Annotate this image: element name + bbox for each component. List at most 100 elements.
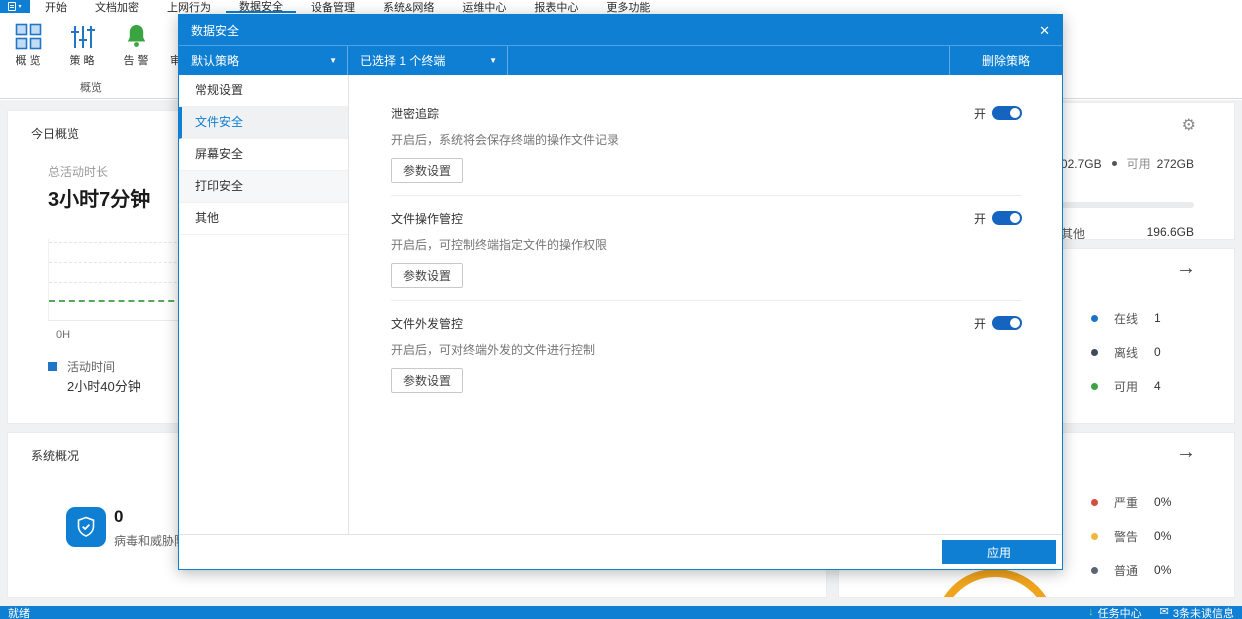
tool-overview[interactable]: 概 览: [8, 20, 48, 68]
available-label: 可用: [1114, 379, 1139, 394]
download-arrow-icon: ↓: [1088, 606, 1094, 618]
modal-side-nav: 常规设置 文件安全 屏幕安全 打印安全 其他: [179, 75, 349, 534]
list-item: 严重 0%: [1091, 485, 1171, 519]
envelope-icon: ✉: [1159, 606, 1169, 618]
menu-item-data-security[interactable]: 数据安全: [226, 0, 296, 13]
toggle-state-label: 开: [973, 106, 986, 121]
menu-item-doc-encryption[interactable]: 文档加密: [82, 0, 152, 14]
arrow-right-icon[interactable]: →: [1176, 441, 1196, 464]
chart-axis-label: 0H: [56, 329, 71, 341]
menu-item-system-network[interactable]: 系统&网络: [370, 0, 447, 14]
apply-button[interactable]: 应用: [942, 540, 1056, 564]
setting-file-outgoing-control: 文件外发管控 开 开启后，可对终端外发的文件进行控制 参数设置: [391, 315, 1022, 405]
offline-value: 0: [1154, 345, 1161, 359]
other-value: 196.6GB: [1146, 225, 1194, 239]
parameter-settings-button[interactable]: 参数设置: [391, 263, 464, 288]
critical-value: 0%: [1154, 495, 1172, 509]
total-activity-label: 总活动时长: [48, 165, 109, 179]
modal-title-bar: 数据安全 ✕: [179, 15, 1062, 45]
menu-item-web-behavior[interactable]: 上网行为: [154, 0, 224, 14]
ribbon-group-label: 概览: [80, 82, 102, 94]
modal-footer: 应用: [179, 534, 1062, 569]
gauge-chart-arc: [934, 569, 1056, 597]
normal-value: 0%: [1154, 563, 1172, 577]
list-item: 警告 0%: [1091, 519, 1171, 553]
tool-overview-label: 概 览: [15, 55, 41, 67]
menu-item-report-center[interactable]: 报表中心: [521, 0, 591, 14]
gear-icon[interactable]: ⚙: [1182, 115, 1196, 135]
status-ready-text: 就绪: [8, 607, 30, 619]
tool-policy-label: 策 略: [69, 55, 95, 67]
delete-policy-button[interactable]: 删除策略: [949, 46, 1062, 75]
leak-tracking-toggle[interactable]: [992, 106, 1022, 120]
setting-description: 开启后，可对终端外发的文件进行控制: [391, 343, 596, 357]
offline-dot-icon: [1091, 348, 1098, 356]
menu-item-more-features[interactable]: 更多功能: [593, 0, 663, 14]
parameter-settings-button[interactable]: 参数设置: [391, 368, 464, 393]
chevron-down-icon: ▼: [329, 56, 337, 65]
file-outgoing-toggle[interactable]: [992, 316, 1022, 330]
other-label: 其他: [1061, 227, 1086, 241]
free-value: 272GB: [1156, 156, 1194, 171]
terminal-dropdown-value: 已选择 1 个终端: [360, 54, 446, 68]
legend-value: 2小时40分钟: [67, 379, 141, 394]
legend-label: 活动时间: [67, 360, 116, 374]
nav-item-screen-security[interactable]: 屏幕安全: [179, 139, 348, 171]
tool-alert[interactable]: 告 警: [116, 20, 156, 68]
close-icon[interactable]: ✕: [1039, 24, 1050, 37]
available-dot-icon: [1091, 382, 1098, 390]
setting-description: 开启后，可控制终端指定文件的操作权限: [391, 238, 608, 252]
modal-title: 数据安全: [191, 23, 240, 38]
unread-messages-label: 3条未读信息: [1172, 607, 1234, 619]
warning-label: 警告: [1114, 529, 1139, 544]
terminal-dropdown[interactable]: 已选择 1 个终端 ▼: [348, 46, 508, 75]
legend-square-icon: [48, 362, 57, 371]
menu-item-device-management[interactable]: 设备管理: [298, 0, 368, 14]
list-item: 普通 0%: [1091, 553, 1171, 587]
task-center-label: 任务中心: [1097, 607, 1142, 619]
modal-body: 常规设置 文件安全 屏幕安全 打印安全 其他 泄密追踪 开 开启后，系统将会保存…: [179, 75, 1062, 534]
toggle-knob: [1010, 213, 1020, 223]
online-dot-icon: [1091, 314, 1098, 322]
critical-dot-icon: [1091, 498, 1098, 506]
app-logo-icon: [8, 2, 17, 11]
app-menu-button[interactable]: ▾: [0, 0, 30, 13]
setting-leak-tracking: 泄密追踪 开 开启后，系统将会保存终端的操作文件记录 参数设置: [391, 105, 1022, 196]
shield-check-icon: [66, 507, 106, 547]
dot-separator-icon: [1111, 161, 1117, 166]
chart-legend: 活动时间: [48, 358, 115, 375]
task-center-button[interactable]: ↓ 任务中心: [1088, 605, 1142, 619]
list-item: 可用 4: [1091, 369, 1161, 403]
tool-policy[interactable]: 策 略: [62, 20, 102, 68]
total-activity-value: 3小时7分钟: [48, 189, 151, 211]
nav-item-file-security[interactable]: 文件安全: [179, 107, 348, 139]
normal-label: 普通: [1114, 563, 1139, 578]
nav-item-general-settings[interactable]: 常规设置: [179, 75, 348, 107]
policy-dropdown[interactable]: 默认策略 ▼: [179, 46, 348, 75]
tool-alert-label: 告 警: [123, 55, 149, 67]
toggle-state-label: 开: [973, 316, 986, 331]
system-overview-title: 系统概况: [31, 449, 80, 463]
menu-item-ops-center[interactable]: 运维中心: [449, 0, 519, 14]
arrow-right-icon[interactable]: →: [1176, 257, 1196, 280]
warning-dot-icon: [1091, 532, 1098, 540]
storage-other-row: 其他 196.6GB: [1061, 225, 1194, 242]
status-bar: 就绪 ↓ 任务中心 ✉ 3条未读信息: [0, 606, 1242, 619]
bell-icon: [116, 20, 156, 52]
free-label: 可用: [1126, 157, 1151, 171]
nav-item-other[interactable]: 其他: [179, 203, 348, 235]
critical-label: 严重: [1114, 495, 1139, 510]
chevron-down-icon: ▼: [489, 56, 497, 65]
setting-title: 文件操作管控: [391, 211, 464, 226]
nav-item-print-security[interactable]: 打印安全: [179, 171, 348, 203]
menu-item-start[interactable]: 开始: [32, 0, 80, 14]
unread-messages-button[interactable]: ✉ 3条未读信息: [1160, 605, 1234, 619]
chevron-down-icon: ▾: [18, 3, 22, 10]
setting-file-operation-control: 文件操作管控 开 开启后，可控制终端指定文件的操作权限 参数设置: [391, 210, 1022, 301]
parameter-settings-button[interactable]: 参数设置: [391, 158, 464, 183]
policy-dropdown-value: 默认策略: [191, 54, 240, 68]
sliders-icon: [62, 20, 102, 52]
file-operation-toggle[interactable]: [992, 211, 1022, 225]
toggle-knob: [1010, 108, 1020, 118]
